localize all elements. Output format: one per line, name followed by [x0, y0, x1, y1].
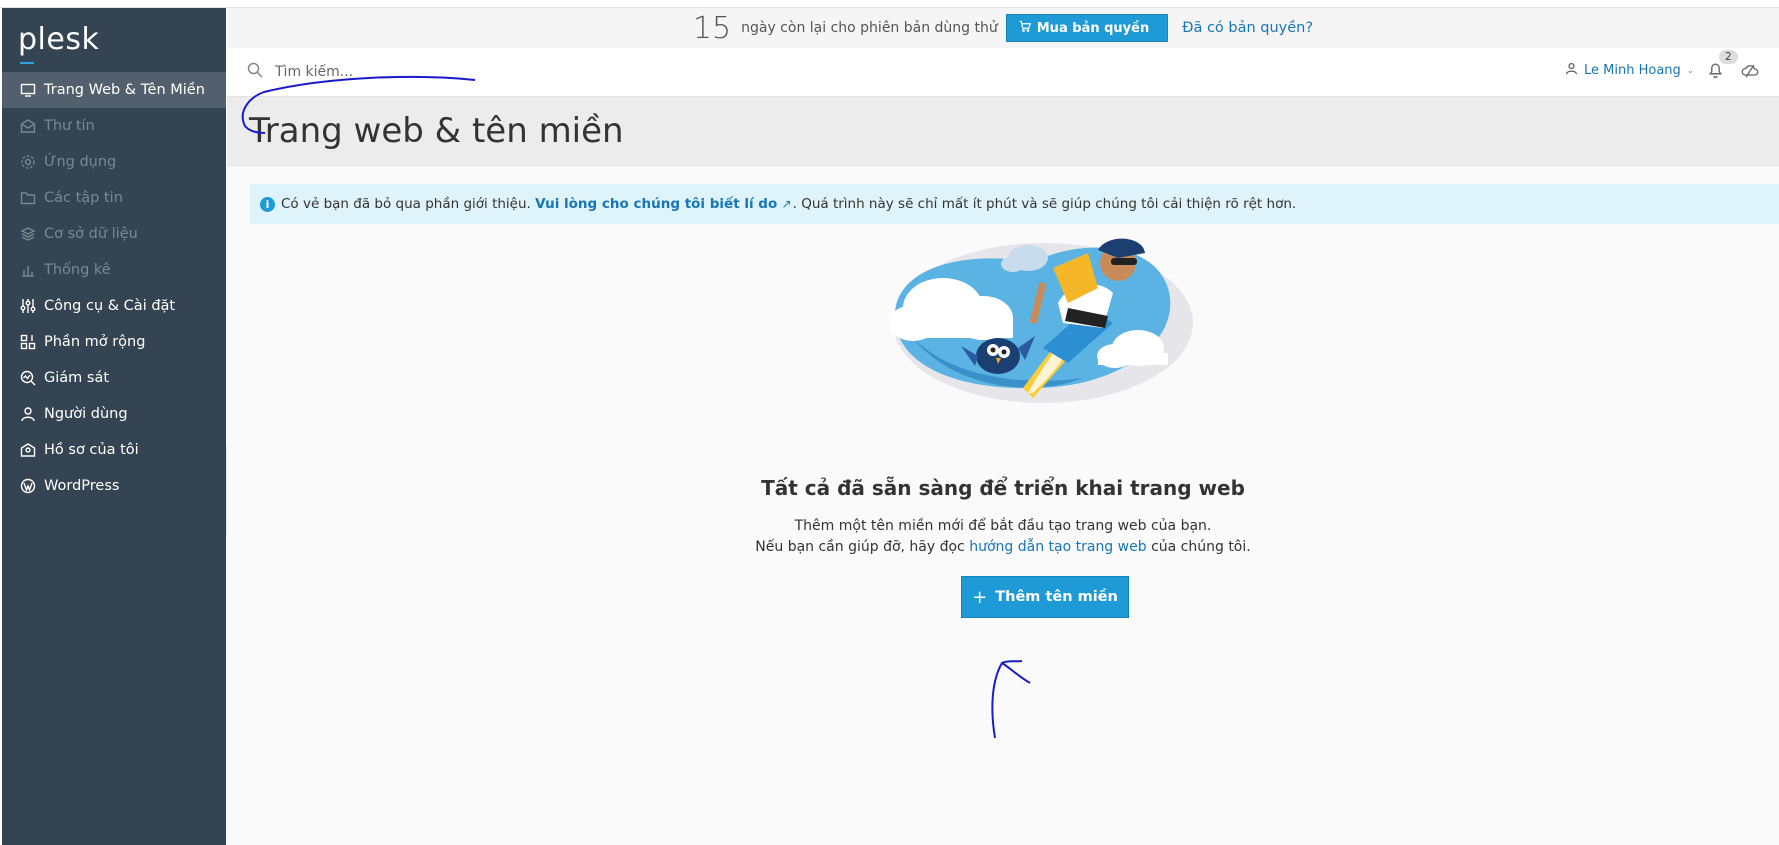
gear-icon: [18, 153, 38, 171]
sidebar-item-statistics[interactable]: Thống kê: [2, 252, 226, 288]
trial-bar: 15 ngày còn lại cho phiên bản dùng thử M…: [227, 8, 1779, 48]
monitoring-icon: [18, 369, 38, 387]
sidebar-item-label: Công cụ & Cài đặt: [44, 298, 176, 314]
sidebar-nav: Trang Web & Tên Miền Thư tín Ứng dụng Cá…: [2, 72, 226, 504]
empty-state-line1: Thêm một tên miền mới để bắt đầu tạo tra…: [794, 518, 1212, 534]
header-bar: Le Minh Hoang ⌄ 2: [227, 48, 1779, 97]
line2-prefix: Nếu bạn cần giúp đỡ, hãy đọc: [755, 539, 965, 555]
bar-chart-icon: [18, 261, 38, 279]
wordpress-icon: [18, 477, 38, 495]
database-icon: [18, 225, 38, 243]
cart-icon: [1019, 20, 1031, 36]
sidebar-item-websites-domains[interactable]: Trang Web & Tên Miền: [2, 72, 226, 108]
line2-suffix: của chúng tôi.: [1151, 539, 1251, 555]
cloud-icon[interactable]: [1741, 62, 1759, 82]
sidebar-item-tools-settings[interactable]: Công cụ & Cài đặt: [2, 288, 226, 324]
window-top-strip: [0, 0, 1779, 8]
external-link-icon: ↗: [781, 197, 792, 211]
chevron-down-icon: ⌄: [1686, 65, 1695, 76]
feedback-link[interactable]: Vui lòng cho chúng tôi biết lí do: [535, 196, 777, 212]
sidebar-item-label: Người dùng: [44, 406, 128, 422]
sidebar-item-label: Các tập tin: [44, 190, 123, 206]
sidebar-item-wordpress[interactable]: WordPress: [2, 468, 226, 504]
page-header: Trang web & tên miền: [227, 97, 1779, 167]
notifications-bell-icon[interactable]: [1707, 61, 1724, 82]
notification-count-badge: 2: [1719, 50, 1738, 64]
search-input[interactable]: [273, 58, 677, 86]
sidebar-item-my-profile[interactable]: Hồ sơ của tôi: [2, 432, 226, 468]
sidebar-item-label: Thư tín: [44, 118, 95, 134]
empty-state-description: Thêm một tên miền mới để bắt đầu tạo tra…: [227, 516, 1779, 558]
user-menu[interactable]: Le Minh Hoang ⌄: [1565, 62, 1694, 79]
profile-icon: [18, 441, 38, 459]
sidebar-item-label: Phần mở rộng: [44, 334, 146, 350]
buy-license-label: Mua bản quyền: [1036, 20, 1150, 36]
intro-skipped-notice: i Có vẻ bạn đã bỏ qua phần giới thiệu. V…: [250, 184, 1779, 224]
mail-icon: [18, 117, 38, 135]
sidebar-item-files[interactable]: Các tập tin: [2, 180, 226, 216]
plesk-logo[interactable]: plesk: [18, 22, 100, 64]
sidebar-item-label: Ứng dụng: [44, 154, 117, 170]
sidebar-item-extensions[interactable]: Phần mở rộng: [2, 324, 226, 360]
empty-state-title: Tất cả đã sẵn sàng để triển khai trang w…: [761, 476, 1245, 500]
main-content: i Có vẻ bạn đã bỏ qua phần giới thiệu. V…: [227, 168, 1779, 845]
user-icon: [18, 405, 38, 423]
folder-icon: [18, 189, 38, 207]
sidebar-item-label: Thống kê: [44, 262, 111, 278]
sidebar-item-applications[interactable]: Ứng dụng: [2, 144, 226, 180]
sliders-icon: [18, 297, 38, 315]
have-license-link[interactable]: Đã có bản quyền?: [1182, 20, 1313, 36]
sidebar-item-label: Cơ sở dữ liệu: [44, 226, 138, 242]
extensions-icon: [18, 333, 38, 351]
notice-suffix: . Quá trình này sẽ chỉ mất ít phút và sẽ…: [792, 196, 1297, 212]
logo-text: plesk: [18, 22, 100, 57]
sidebar: plesk Trang Web & Tên Miền Thư tín Ứng d…: [2, 8, 226, 845]
sidebar-item-databases[interactable]: Cơ sở dữ liệu: [2, 216, 226, 252]
trial-text: ngày còn lại cho phiên bản dùng thử: [741, 20, 998, 36]
monitor-icon: [18, 81, 38, 99]
sidebar-item-label: WordPress: [44, 478, 120, 494]
rocket-illustration: [889, 238, 1193, 403]
user-name: Le Minh Hoang: [1584, 63, 1681, 78]
user-icon: [1565, 62, 1578, 79]
notice-prefix: Có vẻ bạn đã bỏ qua phần giới thiệu.: [281, 196, 531, 212]
add-domain-label: Thêm tên miền: [995, 589, 1118, 605]
sidebar-item-label: Trang Web & Tên Miền: [44, 82, 205, 98]
sidebar-item-mail[interactable]: Thư tín: [2, 108, 226, 144]
add-domain-button[interactable]: + Thêm tên miền: [961, 576, 1129, 618]
page-title: Trang web & tên miền: [249, 111, 624, 151]
buy-license-button[interactable]: Mua bản quyền: [1005, 14, 1169, 42]
empty-state-line2: Nếu bạn cần giúp đỡ, hãy đọc hướng dẫn t…: [227, 537, 1779, 558]
sidebar-item-label: Hồ sơ của tôi: [44, 442, 139, 458]
sidebar-item-users[interactable]: Người dùng: [2, 396, 226, 432]
plus-icon: +: [972, 586, 988, 608]
trial-days-count: 15: [692, 10, 732, 46]
sidebar-item-label: Giám sát: [44, 370, 110, 386]
sidebar-item-monitoring[interactable]: Giám sát: [2, 360, 226, 396]
search-icon: [247, 62, 263, 82]
website-guide-link[interactable]: hướng dẫn tạo trang web: [969, 539, 1146, 555]
info-icon: i: [260, 196, 275, 212]
